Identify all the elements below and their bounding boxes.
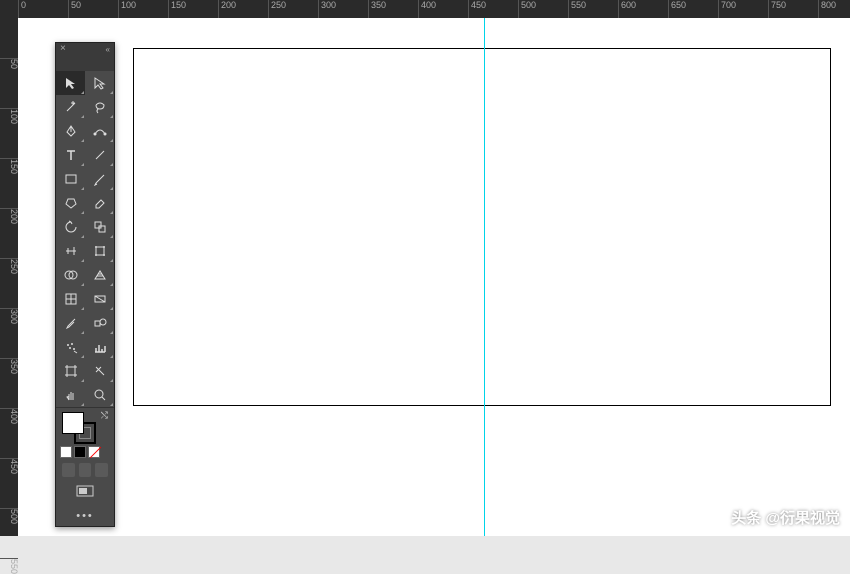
ruler-tick: 600	[618, 0, 636, 18]
ruler-tick: 450	[468, 0, 486, 18]
shape-builder-tool[interactable]	[56, 263, 85, 287]
curvature-tool[interactable]	[85, 119, 114, 143]
ruler-tick: 300	[318, 0, 336, 18]
ruler-tick: 800	[818, 0, 836, 18]
ruler-tick: 200	[0, 208, 18, 224]
magic-wand-tool[interactable]	[56, 95, 85, 119]
zoom-tool[interactable]	[85, 383, 114, 407]
color-mode-gradient[interactable]	[74, 446, 86, 458]
ruler-tick: 500	[0, 508, 18, 524]
ruler-tick: 750	[768, 0, 786, 18]
column-graph-tool[interactable]	[85, 335, 114, 359]
paintbrush-tool[interactable]	[85, 167, 114, 191]
ruler-tick: 50	[68, 0, 81, 18]
type-tool[interactable]	[56, 143, 85, 167]
ruler-tick: 300	[0, 308, 18, 324]
rectangle-tool[interactable]	[56, 167, 85, 191]
rotate-tool[interactable]	[56, 215, 85, 239]
eyedropper-tool[interactable]	[56, 311, 85, 335]
ruler-tick: 400	[418, 0, 436, 18]
collapse-icon[interactable]: «	[106, 45, 110, 54]
draw-modes	[56, 460, 114, 480]
blend-tool[interactable]	[85, 311, 114, 335]
slice-tool[interactable]	[85, 359, 114, 383]
more-options-icon[interactable]: •••	[56, 506, 114, 526]
draw-inside[interactable]	[95, 463, 108, 477]
vertical-guide[interactable]	[484, 18, 485, 536]
ruler-tick: 150	[168, 0, 186, 18]
panel-header: × «	[56, 43, 114, 57]
color-mode-none[interactable]	[88, 446, 100, 458]
color-mode-row	[56, 444, 114, 460]
color-swatches: ⤭	[56, 408, 114, 444]
ruler-tick: 500	[518, 0, 536, 18]
artboard[interactable]	[133, 48, 831, 406]
direct-selection-tool[interactable]	[85, 71, 114, 95]
ruler-tick: 100	[118, 0, 136, 18]
ruler-tick: 200	[218, 0, 236, 18]
ruler-tick: 50	[0, 58, 18, 69]
ruler-tick: 0	[18, 0, 26, 18]
hand-tool[interactable]	[56, 383, 85, 407]
canvas-area[interactable]	[18, 18, 850, 536]
horizontal-ruler[interactable]: 0 50 100 150 200 250 300 350 400 450 500 550 600 650 7…	[0, 0, 850, 18]
close-icon[interactable]: ×	[60, 44, 66, 54]
draw-normal[interactable]	[62, 463, 75, 477]
screen-mode-button[interactable]	[56, 480, 114, 506]
perspective-grid-tool[interactable]	[85, 263, 114, 287]
artboard-tool[interactable]	[56, 359, 85, 383]
symbol-sprayer-tool[interactable]	[56, 335, 85, 359]
pen-tool[interactable]	[56, 119, 85, 143]
ruler-tick: 250	[268, 0, 286, 18]
selection-tool[interactable]	[56, 71, 85, 95]
tools-panel: × « ⤭ •••	[55, 42, 115, 527]
ruler-tick: 400	[0, 408, 18, 424]
gradient-tool[interactable]	[85, 287, 114, 311]
scale-tool[interactable]	[85, 215, 114, 239]
ruler-tick: 150	[0, 158, 18, 174]
ruler-tick: 650	[668, 0, 686, 18]
ruler-tick: 700	[718, 0, 736, 18]
ruler-tick: 450	[0, 458, 18, 474]
ruler-tick: 350	[0, 358, 18, 374]
vertical-ruler[interactable]: 50100150200250300350400450500550	[0, 18, 18, 536]
color-mode-solid[interactable]	[60, 446, 72, 458]
draw-behind[interactable]	[79, 463, 92, 477]
shaper-tool[interactable]	[56, 191, 85, 215]
watermark-text: 头条 @衍果视觉	[731, 507, 840, 528]
fill-color-swatch[interactable]	[62, 412, 84, 434]
ruler-tick: 550	[0, 558, 18, 574]
ruler-tick: 100	[0, 108, 18, 124]
ruler-tick: 550	[568, 0, 586, 18]
panel-title	[56, 57, 114, 71]
swap-colors-icon[interactable]: ⤭	[101, 410, 108, 421]
line-segment-tool[interactable]	[85, 143, 114, 167]
ruler-tick: 250	[0, 258, 18, 274]
free-transform-tool[interactable]	[85, 239, 114, 263]
ruler-tick: 350	[368, 0, 386, 18]
eraser-tool[interactable]	[85, 191, 114, 215]
width-tool[interactable]	[56, 239, 85, 263]
lasso-tool[interactable]	[85, 95, 114, 119]
mesh-tool[interactable]	[56, 287, 85, 311]
